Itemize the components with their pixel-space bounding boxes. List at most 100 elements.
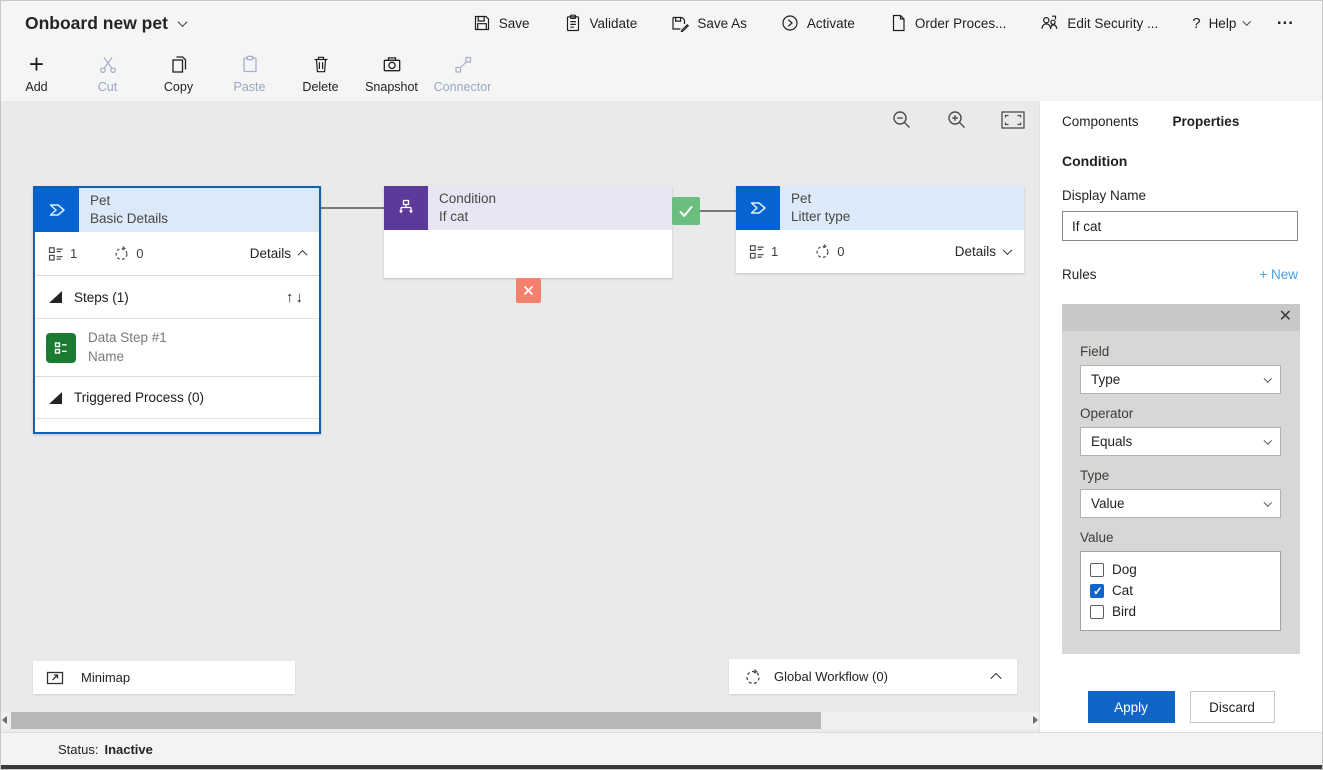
chevron-down-icon — [1263, 436, 1271, 444]
more-commands-button[interactable]: ... — [1267, 9, 1308, 37]
move-up-icon[interactable]: ↑ — [286, 289, 296, 306]
save-button[interactable]: Save — [456, 8, 547, 38]
copy-button[interactable]: Copy — [143, 51, 214, 94]
steps-count-value: 1 — [70, 246, 77, 261]
discard-button[interactable]: Discard — [1190, 691, 1275, 723]
checkbox[interactable] — [1090, 584, 1104, 598]
scroll-right-arrow[interactable] — [1033, 716, 1038, 724]
steps-icon — [749, 244, 765, 260]
status-bar: Status: Inactive — [1, 732, 1322, 765]
cut-button[interactable]: Cut — [72, 51, 143, 94]
save-label: Save — [499, 16, 530, 31]
scrollbar-thumb[interactable] — [11, 712, 821, 729]
refresh-dashed-icon — [814, 243, 831, 260]
triggered-process-section-header[interactable]: Triggered Process (0) — [35, 376, 319, 419]
flow-canvas[interactable]: Pet Basic Details 1 0 Details — [1, 101, 1039, 732]
tab-components[interactable]: Components — [1062, 114, 1139, 132]
value-option-bird[interactable]: Bird — [1090, 601, 1271, 622]
edit-security-roles-button[interactable]: Edit Security ... — [1023, 8, 1175, 38]
operator-select[interactable]: Equals — [1080, 427, 1281, 456]
stage-icon — [35, 188, 79, 232]
order-process-flow-button[interactable]: Order Proces... — [872, 8, 1024, 38]
condition-yes-branch[interactable] — [672, 197, 700, 225]
details-toggle[interactable]: Details — [955, 244, 1011, 259]
field-select[interactable]: Type — [1080, 365, 1281, 394]
process-count: 0 — [113, 245, 143, 262]
snapshot-label: Snapshot — [365, 80, 418, 94]
document-icon — [889, 14, 907, 32]
process-count: 0 — [814, 243, 844, 260]
details-toggle[interactable]: Details — [250, 246, 306, 261]
global-workflow-bar[interactable]: Global Workflow (0) — [729, 659, 1017, 694]
move-down-icon[interactable]: ↓ — [296, 289, 306, 306]
activate-label: Activate — [807, 16, 855, 31]
horizontal-scrollbar[interactable] — [1, 712, 1039, 729]
add-button[interactable]: + Add — [1, 51, 72, 94]
reorder-steps-control[interactable]: ↑↓ — [286, 289, 305, 306]
help-icon: ? — [1192, 15, 1200, 32]
check-icon — [672, 197, 700, 225]
ellipsis-icon: ... — [1277, 9, 1294, 29]
condition-no-branch[interactable] — [516, 278, 541, 303]
scroll-left-arrow[interactable] — [2, 716, 7, 724]
condition-node-body — [384, 230, 672, 278]
value-option-cat[interactable]: Cat — [1090, 580, 1271, 601]
edit-security-label: Edit Security ... — [1067, 16, 1158, 31]
chevron-down-icon — [1243, 18, 1251, 26]
tab-properties[interactable]: Properties — [1173, 114, 1240, 132]
help-menu[interactable]: ? Help — [1175, 9, 1267, 38]
paste-button[interactable]: Paste — [214, 51, 285, 94]
field-value: Type — [1091, 372, 1120, 387]
window-bottom-edge — [1, 765, 1322, 769]
steps-section-label: Steps (1) — [74, 290, 129, 305]
connector-line — [700, 210, 736, 212]
connector-icon — [453, 51, 473, 77]
title-bar: Onboard new pet Save Validate Save As Ac… — [1, 1, 1322, 45]
snapshot-button[interactable]: Snapshot — [356, 51, 427, 94]
save-icon — [473, 14, 491, 32]
order-process-label: Order Proces... — [915, 16, 1007, 31]
checkbox[interactable] — [1090, 563, 1104, 577]
option-label: Bird — [1112, 604, 1136, 619]
save-as-icon — [671, 14, 689, 32]
add-label: Add — [25, 80, 47, 94]
refresh-dashed-icon — [113, 245, 130, 262]
zoom-out-button[interactable] — [891, 109, 913, 131]
close-icon[interactable]: ✕ — [1279, 307, 1292, 327]
global-workflow-collapse[interactable] — [992, 673, 1002, 681]
minimap-toggle[interactable]: Minimap — [33, 661, 295, 694]
data-step-field: Name — [88, 348, 167, 366]
activate-button[interactable]: Activate — [764, 8, 872, 38]
connector-label: Connector — [434, 80, 492, 94]
condition-icon — [384, 186, 428, 230]
condition-node-if-cat[interactable]: Condition If cat — [384, 186, 672, 278]
copy-label: Copy — [164, 80, 193, 94]
connector-button[interactable]: Connector — [427, 51, 498, 94]
connector-line — [321, 207, 384, 209]
activate-icon — [781, 14, 799, 32]
value-option-dog[interactable]: Dog — [1090, 559, 1271, 580]
minimap-icon — [46, 669, 64, 687]
validate-icon — [564, 14, 582, 32]
new-rule-link[interactable]: + New — [1259, 267, 1298, 282]
type-select[interactable]: Value — [1080, 489, 1281, 518]
chevron-up-icon — [298, 250, 308, 260]
main-area: Pet Basic Details 1 0 Details — [1, 101, 1322, 732]
save-as-button[interactable]: Save As — [654, 8, 764, 38]
stage-node-basic-details[interactable]: Pet Basic Details 1 0 Details — [33, 186, 321, 434]
data-step-item[interactable]: Data Step #1 Name — [35, 318, 319, 376]
apply-button[interactable]: Apply — [1088, 691, 1175, 723]
validate-button[interactable]: Validate — [547, 8, 655, 38]
checkbox[interactable] — [1090, 605, 1104, 619]
display-name-input[interactable] — [1062, 211, 1298, 241]
zoom-controls — [891, 109, 1025, 131]
stage-node-litter-type[interactable]: Pet Litter type 1 0 Details — [736, 186, 1024, 273]
delete-button[interactable]: Delete — [285, 51, 356, 94]
process-designer-window: Onboard new pet Save Validate Save As Ac… — [0, 0, 1323, 770]
chevron-down-icon — [1263, 498, 1271, 506]
process-title[interactable]: Onboard new pet — [25, 13, 186, 34]
fit-to-canvas-button[interactable] — [1001, 111, 1025, 129]
zoom-in-button[interactable] — [946, 109, 968, 131]
rule-card-header: ✕ — [1062, 304, 1300, 331]
steps-section-header[interactable]: Steps (1) ↑↓ — [35, 275, 319, 318]
